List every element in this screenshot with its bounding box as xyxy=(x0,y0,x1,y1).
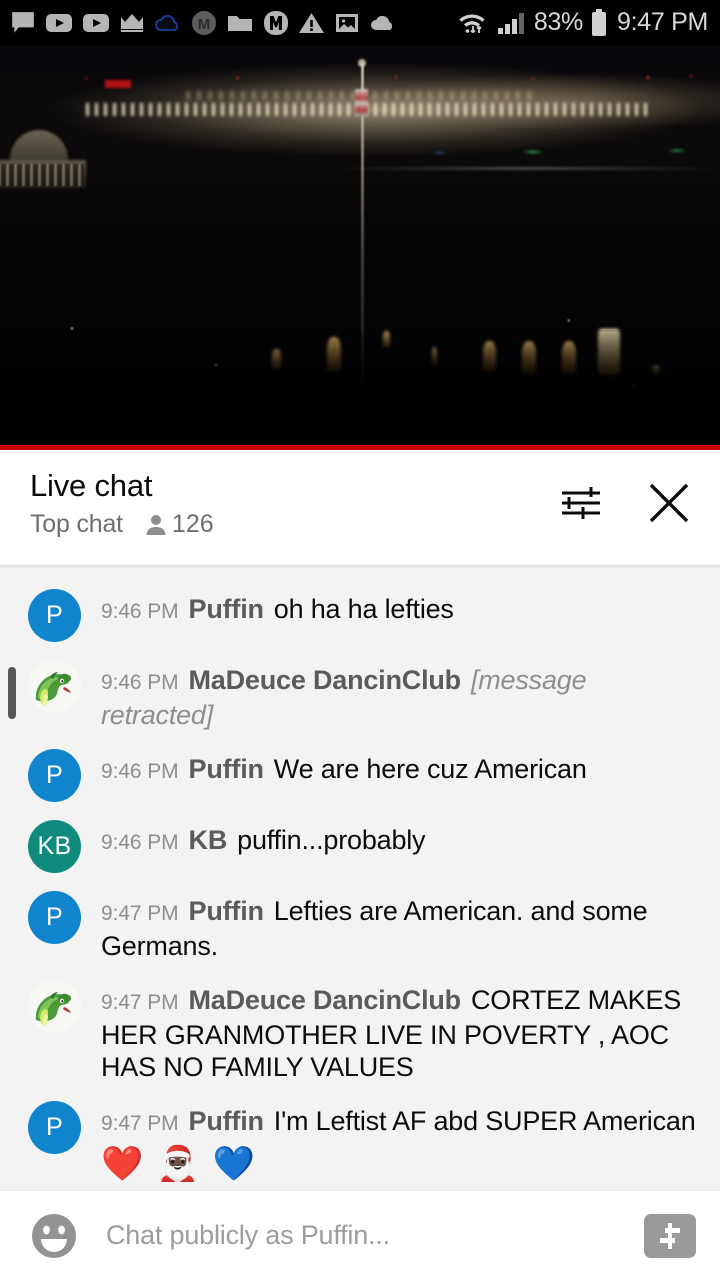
chat-message-body: 9:46 PM MaDeuce DancinClub [message retrac… xyxy=(101,658,704,731)
chat-message-body: 9:46 PM Puffin oh ha ha lefties xyxy=(101,587,704,628)
status-time: 9:47 PM xyxy=(616,8,708,36)
m-badge-icon xyxy=(264,10,288,35)
battery-percent: 83% xyxy=(533,8,583,36)
folder-icon xyxy=(228,15,252,31)
superchat-button[interactable] xyxy=(644,1213,696,1258)
emoji-smiley-icon[interactable] xyxy=(30,1212,78,1260)
message-author[interactable]: MaDeuce DancinClub xyxy=(189,665,462,695)
avatar[interactable] xyxy=(28,980,81,1033)
blue-heart-emoji: 💙 xyxy=(212,1145,257,1184)
viewer-count: 126 xyxy=(171,510,214,538)
message-timestamp: 9:47 PM xyxy=(101,1112,179,1135)
message-text: I'm Leftist AF abd SUPER American xyxy=(273,1106,696,1136)
avatar[interactable]: P xyxy=(28,1101,81,1154)
chat-message[interactable]: P 9:46 PM Puffin oh ha ha lefties xyxy=(0,579,720,650)
svg-text:M: M xyxy=(198,16,211,33)
person-icon xyxy=(146,514,166,535)
cloud-outline-icon xyxy=(155,14,179,31)
chat-input[interactable] xyxy=(106,1220,630,1251)
avatar[interactable]: KB xyxy=(28,820,81,873)
avatar-letter: P xyxy=(46,761,63,789)
sliders-icon[interactable] xyxy=(558,481,604,525)
message-emoji-row: ❤️ 🎅🏿 💙 xyxy=(101,1142,704,1184)
youtube-play-icon xyxy=(83,13,109,32)
message-author[interactable]: Puffin xyxy=(189,594,264,624)
santa-claus-emoji: 🎅🏿 xyxy=(156,1145,202,1184)
dragon-avatar-icon xyxy=(28,980,81,1033)
message-text: oh ha ha lefties xyxy=(273,594,454,624)
chat-message-body: 9:46 PM KB puffin...probably xyxy=(101,818,704,859)
chat-message-body: 9:47 PM Puffin Lefties are American. and s… xyxy=(101,889,704,962)
status-system-icons: 83% 9:47 PM xyxy=(456,8,708,38)
message-author[interactable]: KB xyxy=(189,825,228,855)
message-text: Lefties are American. and some Germans. xyxy=(101,896,648,961)
chat-scrollbar-thumb[interactable] xyxy=(8,667,16,719)
message-author[interactable]: Puffin xyxy=(189,1106,264,1136)
warning-triangle-icon xyxy=(299,12,324,33)
message-timestamp: 9:47 PM xyxy=(101,991,179,1014)
dragon-avatar-icon xyxy=(28,660,81,713)
close-icon[interactable] xyxy=(646,480,692,526)
cellular-signal-icon xyxy=(497,12,524,34)
wifi-transfer-icon xyxy=(459,14,485,33)
chat-message-list[interactable]: P 9:46 PM Puffin oh ha ha lefties 9:46 P… xyxy=(0,565,720,1190)
chat-message-body: 9:46 PM Puffin We are here cuz American xyxy=(101,747,704,788)
chat-message[interactable]: P 9:47 PM Puffin I'm Leftist AF abd SUPER … xyxy=(0,1091,720,1190)
chat-message[interactable]: KB 9:46 PM KB puffin...probably xyxy=(0,810,720,881)
m-circle-icon: M xyxy=(192,10,216,35)
chat-message-body: 9:47 PM MaDeuce DancinClub CORTEZ MAKES HE… xyxy=(101,978,704,1083)
cloud-filled-icon xyxy=(371,15,393,30)
chat-mode-label[interactable]: Top chat xyxy=(30,510,123,539)
status-notification-icons: M xyxy=(10,10,397,36)
chat-message-body: 9:47 PM Puffin I'm Leftist AF abd SUPER Am… xyxy=(101,1099,704,1184)
message-author[interactable]: MaDeuce DancinClub xyxy=(189,985,462,1015)
chat-title: Live chat xyxy=(30,468,153,503)
chat-header-actions xyxy=(558,480,692,526)
youtube-play-icon xyxy=(46,13,72,32)
chat-input-bar xyxy=(0,1190,720,1280)
avatar[interactable]: P xyxy=(28,891,81,944)
chat-subheader: Top chat 126 xyxy=(30,510,558,539)
chat-message[interactable]: 9:46 PM MaDeuce DancinClub [message retrac… xyxy=(0,650,720,739)
live-chat-header: Live chat Top chat 126 xyxy=(0,450,720,565)
status-bar: M 83% 9:47 PM xyxy=(0,0,720,45)
avatar-letter: KB xyxy=(37,832,72,860)
message-timestamp: 9:46 PM xyxy=(101,671,179,694)
message-timestamp: 9:46 PM xyxy=(101,760,179,783)
avatar[interactable] xyxy=(28,660,81,713)
video-player[interactable] xyxy=(0,45,720,450)
avatar[interactable]: P xyxy=(28,589,81,642)
youtube-live-chat-screen: M 83% 9:47 PM Live chat Top chat 126 P 9… xyxy=(0,0,720,1280)
message-text: We are here cuz American xyxy=(273,754,587,784)
image-icon xyxy=(336,13,358,32)
message-author[interactable]: Puffin xyxy=(189,754,264,784)
chat-header-texts: Live chat Top chat 126 xyxy=(30,466,558,539)
message-timestamp: 9:46 PM xyxy=(101,600,179,623)
chat-message[interactable]: P 9:46 PM Puffin We are here cuz American xyxy=(0,739,720,810)
avatar-letter: P xyxy=(46,1113,63,1141)
dollar-superchat-icon xyxy=(660,1222,680,1249)
message-timestamp: 9:47 PM xyxy=(101,902,179,925)
battery-icon xyxy=(591,8,606,36)
chat-message[interactable]: 9:47 PM MaDeuce DancinClub CORTEZ MAKES HE… xyxy=(0,970,720,1091)
avatar-letter: P xyxy=(46,601,63,629)
message-text: puffin...probably xyxy=(237,825,426,855)
video-foreground-shadow xyxy=(0,330,720,450)
avatar-letter: P xyxy=(46,903,63,931)
message-timestamp: 9:46 PM xyxy=(101,831,179,854)
chat-message[interactable]: P 9:47 PM Puffin Lefties are American. and… xyxy=(0,881,720,970)
crown-icon xyxy=(121,13,143,32)
red-heart-emoji: ❤️ xyxy=(101,1145,146,1184)
message-author[interactable]: Puffin xyxy=(189,896,264,926)
viewer-count-group: 126 xyxy=(145,510,214,539)
chat-bubble-icon xyxy=(12,11,34,33)
avatar[interactable]: P xyxy=(28,749,81,802)
